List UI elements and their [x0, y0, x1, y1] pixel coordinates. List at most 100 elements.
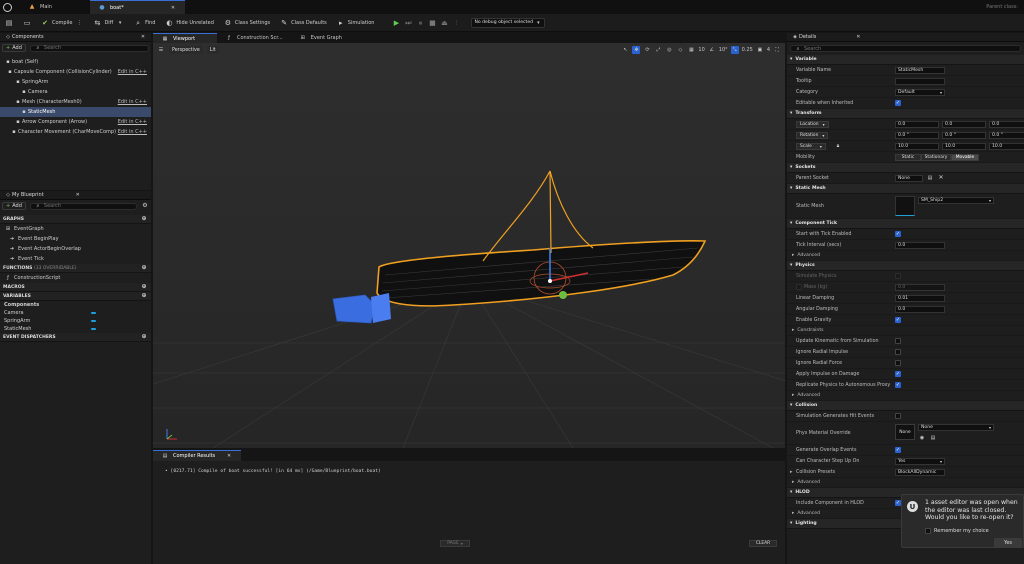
- scale-snap-icon[interactable]: ⤡: [730, 46, 739, 54]
- edit-in-cpp-link[interactable]: Edit in C++: [118, 99, 147, 105]
- mass-field[interactable]: 0.0: [895, 283, 945, 291]
- variable-section[interactable]: ▾ Variable: [787, 55, 1024, 65]
- start-tick-checkbox[interactable]: ✓: [895, 231, 901, 237]
- physics-section[interactable]: ▾ Physics: [787, 261, 1024, 271]
- browse-icon[interactable]: ▤: [929, 434, 937, 442]
- scale-snap-value[interactable]: 0.25: [742, 47, 753, 53]
- step-up-select[interactable]: Yes ▾: [895, 457, 945, 465]
- rotation-snap-icon[interactable]: ∠: [708, 46, 716, 54]
- add-graph-icon[interactable]: ⊕: [140, 215, 148, 223]
- location-x-field[interactable]: 0.0: [895, 120, 939, 128]
- close-tab-icon[interactable]: ✕: [169, 4, 177, 12]
- component-tick-section[interactable]: ▾ Component Tick: [787, 219, 1024, 229]
- component-item[interactable]: ▪ Mesh (CharacterMesh0) Edit in C++: [0, 97, 151, 107]
- step-icon[interactable]: ⏭: [404, 19, 412, 27]
- class-defaults-button[interactable]: ✎ Class Defaults: [275, 14, 332, 32]
- viewport[interactable]: ☰ Perspective Lit ↖ ✥ ⟳ ⤢ ◎ ◇ ▦ 10 ∠ 10°…: [153, 43, 785, 448]
- find-button[interactable]: ⌕ Find: [129, 14, 160, 32]
- component-item[interactable]: ▪ Character Movement (CharMoveComp) Edit i…: [0, 127, 151, 137]
- event-graph-item[interactable]: ⊞ EventGraph: [0, 224, 151, 234]
- lit-button[interactable]: Lit: [206, 46, 219, 54]
- remember-choice-checkbox[interactable]: [925, 528, 931, 534]
- add-variable-icon[interactable]: ⊕: [140, 292, 148, 300]
- details-search-input[interactable]: ⌕ Search: [790, 45, 1021, 52]
- add-function-icon[interactable]: ⊕: [140, 264, 148, 272]
- close-icon[interactable]: ✕: [854, 33, 862, 41]
- functions-section[interactable]: FUNCTIONS (33 OVERRIDABLE) ⊕: [0, 264, 151, 273]
- simulation-button[interactable]: ▸ Simulation: [332, 14, 380, 32]
- scale-y-field[interactable]: 10.0: [942, 142, 986, 150]
- editable-checkbox[interactable]: ✓: [895, 100, 901, 106]
- angular-damping-field[interactable]: 0.0: [895, 305, 945, 313]
- edit-in-cpp-link[interactable]: Edit in C++: [118, 69, 147, 75]
- gear-icon[interactable]: ⚙: [141, 202, 149, 210]
- phys-material-thumbnail[interactable]: None: [895, 424, 915, 440]
- component-item[interactable]: ▪ Capsule Component (CollisionCylinder) Ed…: [0, 67, 151, 77]
- tab-boat[interactable]: ● boat* ✕: [89, 0, 185, 14]
- update-kinematic-checkbox[interactable]: [895, 338, 901, 344]
- hide-unrelated-button[interactable]: ◐ Hide Unrelated: [160, 14, 219, 32]
- location-z-field[interactable]: 0.0: [989, 120, 1024, 128]
- collision-advanced[interactable]: ▸ Advanced: [787, 478, 1024, 488]
- variable-item[interactable]: StaticMesh: [0, 325, 151, 333]
- more-icon[interactable]: ⋮: [452, 19, 460, 27]
- collision-section[interactable]: ▾ Collision: [787, 401, 1024, 411]
- camera-speed-value[interactable]: 4: [767, 47, 770, 53]
- clear-button[interactable]: CLEAR: [749, 540, 777, 547]
- rotation-mode-select[interactable]: Rotation ▾: [796, 131, 829, 139]
- unreal-logo-icon[interactable]: [0, 0, 14, 14]
- event-item[interactable]: ➜ Event Tick: [0, 254, 151, 264]
- page-button[interactable]: PAGE ▾: [440, 540, 470, 547]
- variable-name-field[interactable]: StaticMesh: [895, 66, 945, 74]
- transform-section[interactable]: ▾ Transform: [787, 109, 1024, 119]
- event-dispatchers-section[interactable]: EVENT DISPATCHERS ⊕: [0, 333, 151, 342]
- tab-compiler-results[interactable]: ▤ Compiler Results ✕: [153, 450, 242, 461]
- lock-icon[interactable]: 🔒︎: [834, 142, 842, 150]
- add-member-button[interactable]: + Add: [2, 202, 26, 210]
- edit-in-cpp-link[interactable]: Edit in C++: [118, 119, 147, 125]
- phys-material-select[interactable]: None ▾: [918, 424, 994, 431]
- add-component-button[interactable]: + Add: [2, 44, 26, 52]
- variable-item[interactable]: Camera: [0, 309, 151, 317]
- grid-snap-icon[interactable]: ▦: [687, 46, 695, 54]
- mass-override-checkbox[interactable]: [796, 284, 802, 290]
- close-icon[interactable]: ✕: [225, 452, 233, 460]
- class-settings-button[interactable]: ⚙ Class Settings: [219, 14, 275, 32]
- static-mesh-thumbnail[interactable]: [895, 196, 915, 216]
- browse-icon[interactable]: ▤: [926, 174, 934, 182]
- world-space-icon[interactable]: ◎: [665, 46, 673, 54]
- replicate-physics-checkbox[interactable]: ✓: [895, 382, 901, 388]
- tick-advanced[interactable]: ▸ Advanced: [787, 251, 1024, 261]
- tab-main[interactable]: ▲ Main: [20, 0, 60, 14]
- perspective-button[interactable]: Perspective: [169, 46, 203, 54]
- tab-viewport[interactable]: ▦ Viewport: [153, 33, 217, 43]
- save-button[interactable]: ▤: [0, 14, 18, 32]
- edit-in-cpp-link[interactable]: Edit in C++: [118, 129, 147, 135]
- diff-button[interactable]: ⇆ Diff ▾: [88, 14, 129, 32]
- component-item[interactable]: ▪ StaticMesh: [0, 107, 151, 117]
- stop-icon[interactable]: ■: [428, 19, 436, 27]
- scale-mode-select[interactable]: Scale ▾: [796, 142, 826, 150]
- compile-button[interactable]: ✔ Compile ⋮: [36, 14, 88, 32]
- construction-script-item[interactable]: ƒ ConstructionScript: [0, 273, 151, 283]
- mobility-static-button[interactable]: Static: [895, 153, 921, 161]
- maximize-icon[interactable]: ⛶: [773, 46, 781, 54]
- ignore-impulse-checkbox[interactable]: [895, 349, 901, 355]
- translate-icon[interactable]: ✥: [632, 46, 641, 54]
- compile-options-icon[interactable]: ⋮: [75, 19, 83, 27]
- play-icon[interactable]: ▶: [392, 19, 400, 27]
- physics-advanced[interactable]: ▸ Advanced: [787, 391, 1024, 401]
- yes-button[interactable]: Yes: [994, 538, 1022, 547]
- eject-icon[interactable]: ⏏: [440, 19, 448, 27]
- debug-object-select[interactable]: No debug object selected ▾: [471, 17, 546, 28]
- rotation-x-field[interactable]: 0.0 °: [895, 131, 939, 139]
- select-mode-icon[interactable]: ↖: [621, 46, 629, 54]
- tick-interval-field[interactable]: 0.0: [895, 241, 945, 249]
- constraints-group[interactable]: ▸ Constraints: [787, 326, 1024, 336]
- sim-hit-checkbox[interactable]: [895, 413, 901, 419]
- rotation-y-field[interactable]: 0.0 °: [942, 131, 986, 139]
- component-item[interactable]: ▪ Camera: [0, 87, 151, 97]
- scale-x-field[interactable]: 10.0: [895, 142, 939, 150]
- enable-gravity-checkbox[interactable]: ✓: [895, 317, 901, 323]
- browse-button[interactable]: ▭: [18, 14, 36, 32]
